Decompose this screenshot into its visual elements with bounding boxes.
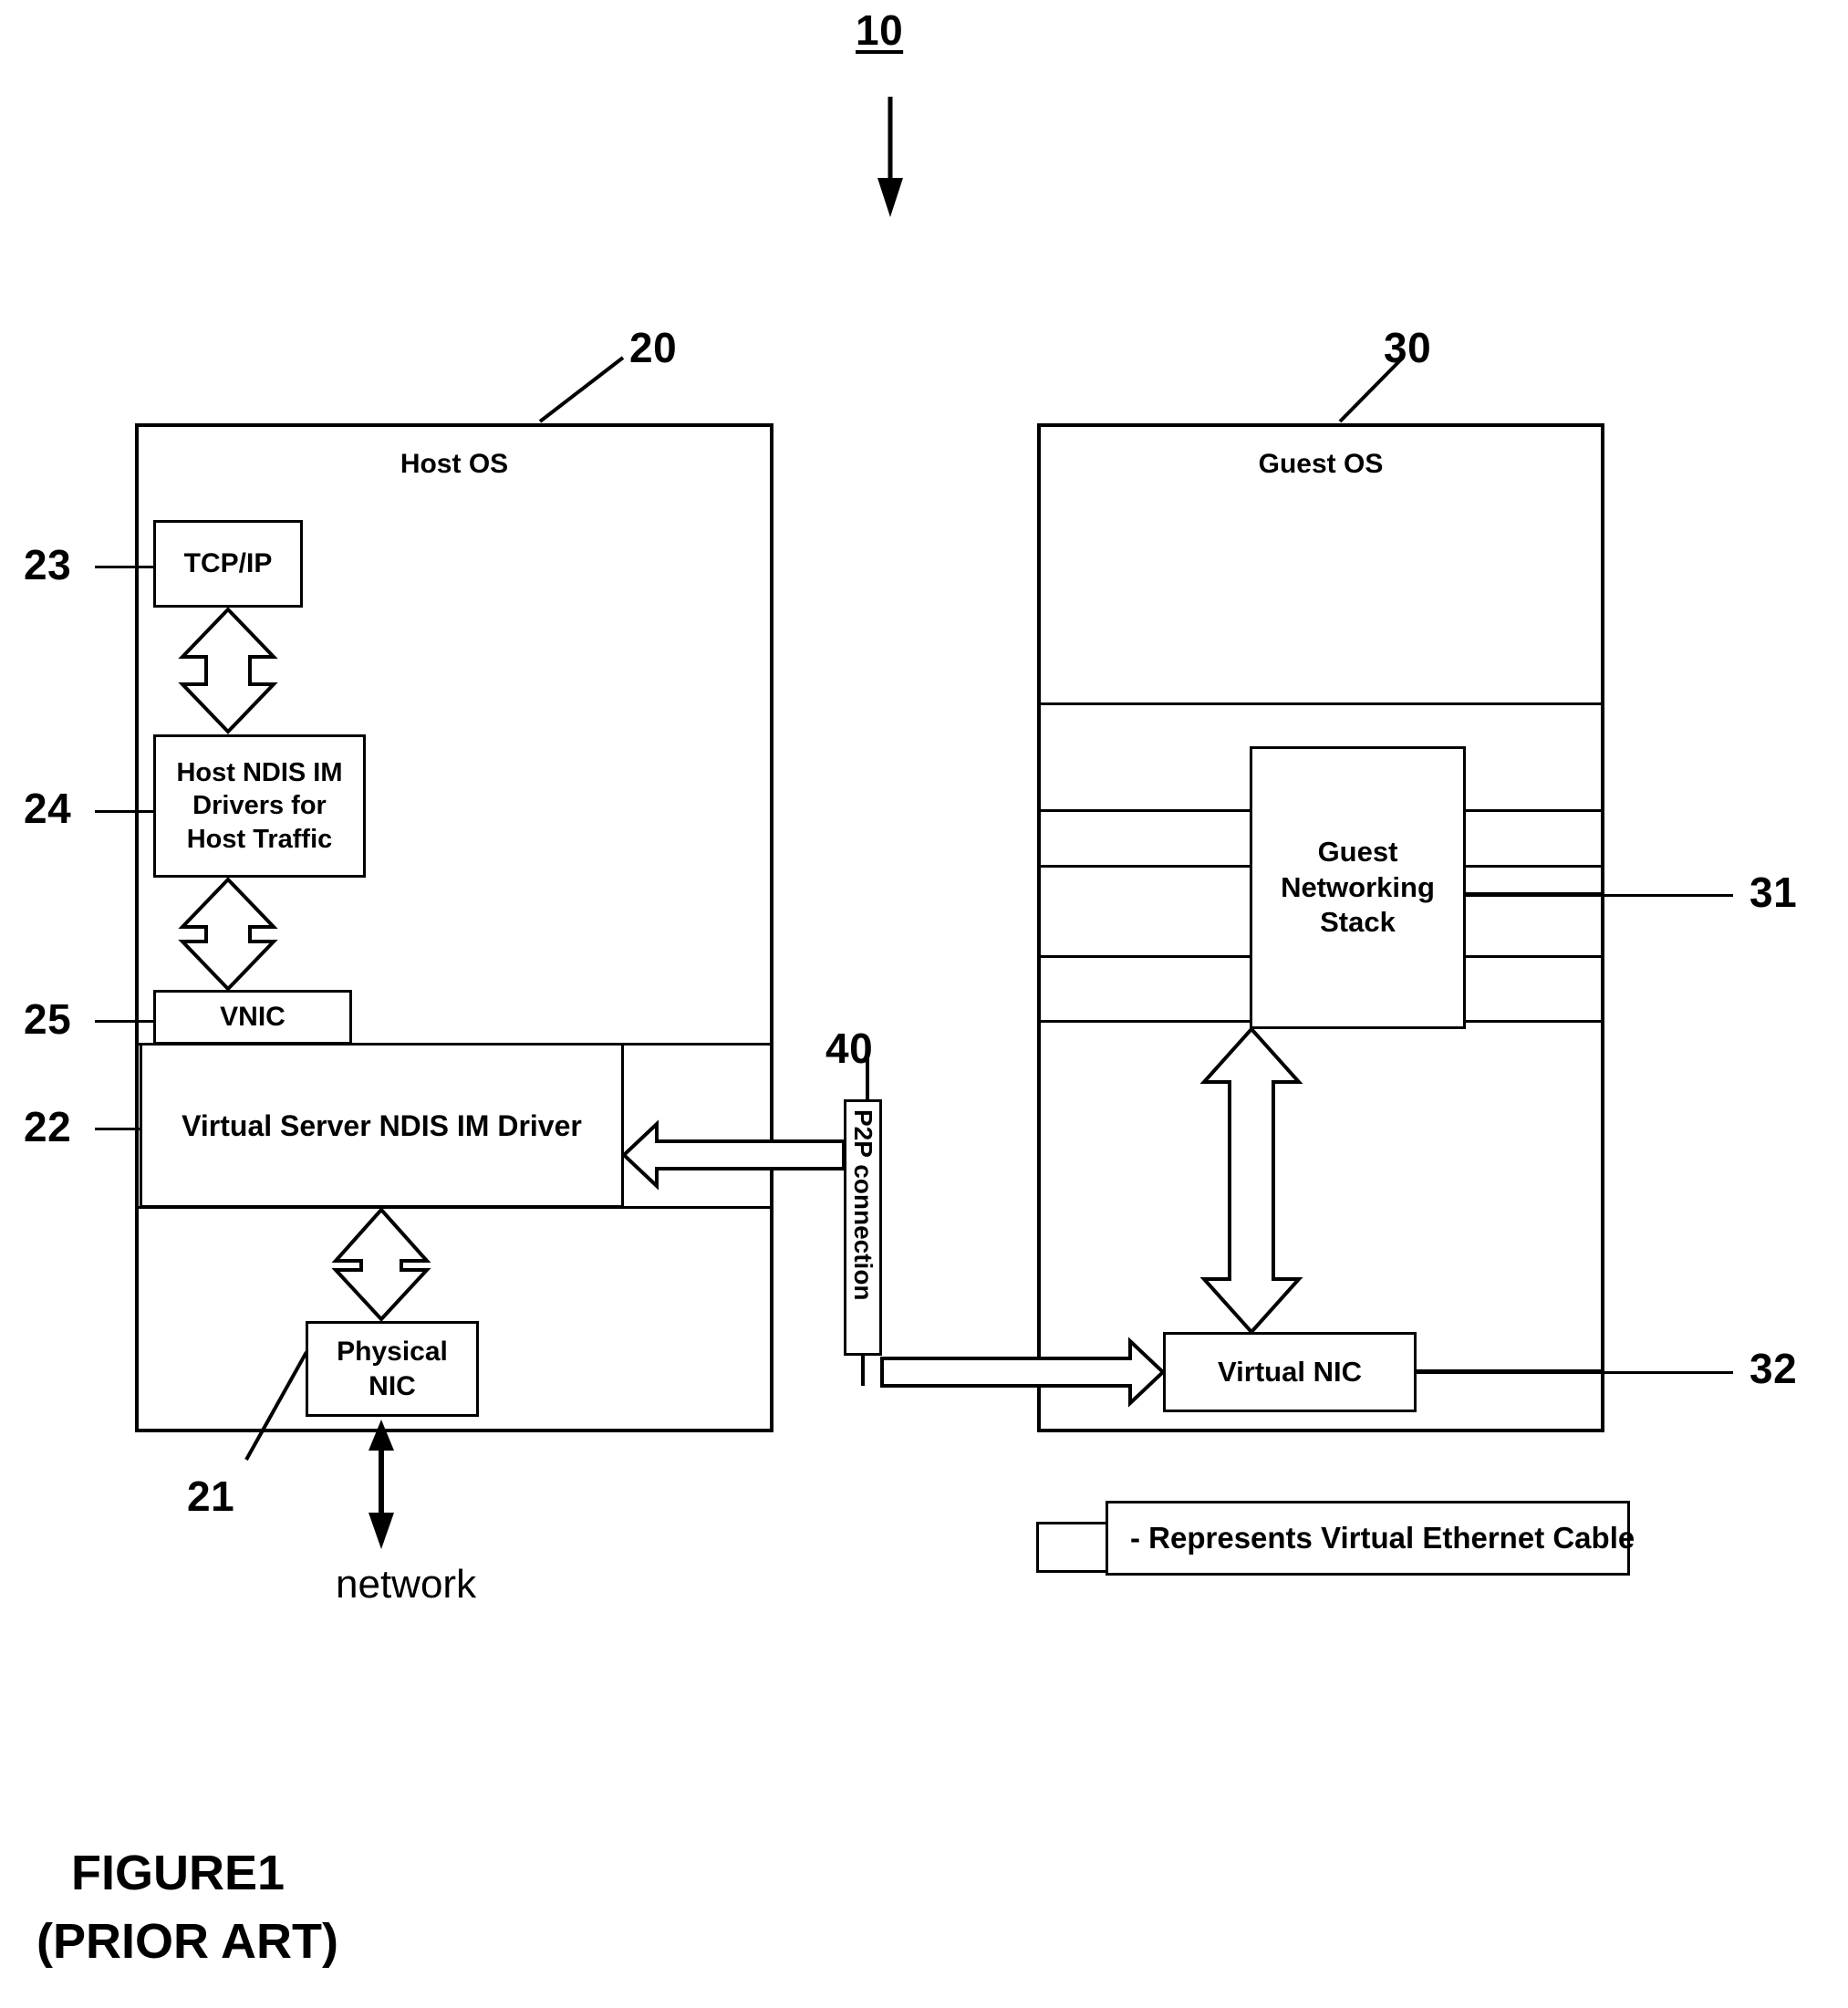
guest-networking-stack-box: Guest Networking Stack [1250,746,1466,1029]
p2p-connection-label: P2P connection [849,1109,877,1301]
leader-line-22 [95,1128,142,1130]
ref-numeral-10: 10 [856,6,904,54]
ref-20-leader-line [538,356,625,423]
leader-line-24 [95,810,153,813]
ref-numeral-30: 30 [1384,324,1432,371]
virtual-server-ndis-im-driver-box: Virtual Server NDIS IM Driver [140,1043,624,1208]
tcpip-box: TCP/IP [153,520,303,608]
virtual-nic-box: Virtual NIC [1163,1332,1417,1412]
virtual-server-ndis-im-driver-label: Virtual Server NDIS IM Driver [182,1108,582,1142]
guest-networking-stack-label: Guest Networking Stack [1281,835,1435,939]
vnic-box: VNIC [153,990,352,1045]
tcpip-label: TCP/IP [183,548,273,579]
ref-numeral-20: 20 [629,324,678,371]
patent-figure-1: 10 Host OS TCP/IP Host NDIS IM Drivers f… [0,0,1848,2008]
p2p-connection-box: P2P connection [844,1099,882,1356]
ref-10-arrowhead [877,178,903,217]
legend-item: - Represents Virtual Ethernet Cable [1106,1501,1635,1576]
physical-nic-label: Physical NIC [337,1337,448,1401]
ref-numeral-23: 23 [24,541,72,588]
ref-numeral-25: 25 [24,995,72,1043]
physical-nic-box: Physical NIC [306,1321,479,1417]
figure-caption-line1: FIGURE1 [71,1846,286,1900]
leader-line-23 [95,566,153,568]
ref-numeral-31: 31 [1749,869,1798,916]
host-ndis-im-drivers-box: Host NDIS IM Drivers for Host Traffic [153,734,366,878]
figure-caption-line2: (PRIOR ART) [36,1914,338,1969]
guest-os-title: Guest OS [1258,449,1384,479]
vnic-label: VNIC [220,1002,286,1033]
ref-numeral-32: 32 [1749,1345,1798,1392]
legend-label: - Represents Virtual Ethernet Cable [1130,1521,1635,1555]
ref-numeral-21: 21 [187,1472,235,1520]
guest-divider-1 [1037,702,1604,705]
virtual-nic-label: Virtual NIC [1218,1355,1362,1388]
network-arrowhead-down [369,1513,394,1549]
network-label: network [336,1562,477,1607]
ref-30-leader-line [1338,356,1405,423]
ref-numeral-24: 24 [24,785,72,832]
host-ndis-im-drivers-label: Host NDIS IM Drivers for Host Traffic [176,758,343,854]
leader-line-25 [95,1020,153,1023]
host-os-title: Host OS [400,449,509,479]
ref-numeral-22: 22 [24,1103,72,1150]
